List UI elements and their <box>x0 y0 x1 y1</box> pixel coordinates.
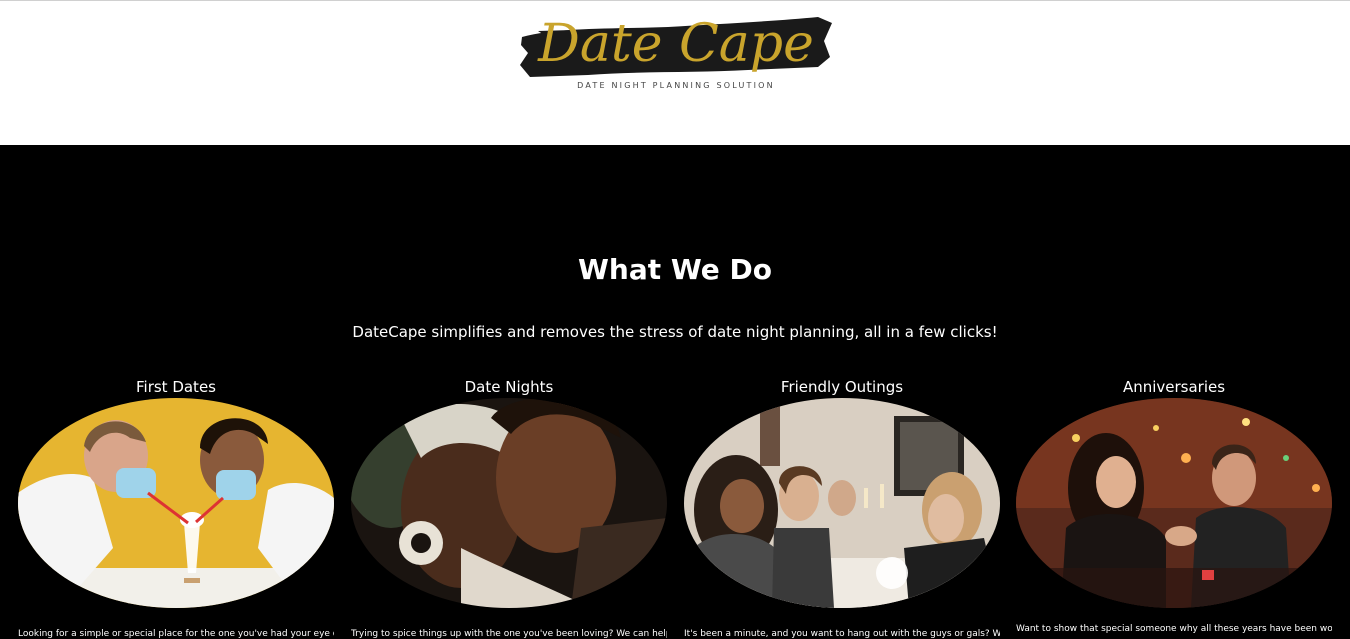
card-description: Looking for a simple or special place fo… <box>18 629 334 639</box>
site-header: Date Cape DATE NIGHT PLANNING SOLUTION <box>0 0 1350 145</box>
card-description: It's been a minute, and you want to hang… <box>684 629 1000 639</box>
card-friendly-outings[interactable]: Friendly Outings It's been a minute, and… <box>684 378 1000 639</box>
date-nights-photo <box>351 398 667 608</box>
card-first-dates[interactable]: First Dates Looking for a simple or spec… <box>18 378 334 639</box>
card-description: Want to show that special someone why al… <box>1016 624 1332 634</box>
logo-tagline: DATE NIGHT PLANNING SOLUTION <box>577 81 775 90</box>
card-title: Anniversaries <box>1122 378 1226 396</box>
card-title: Friendly Outings <box>780 378 904 396</box>
date-cape-logo[interactable]: Date Cape DATE NIGHT PLANNING SOLUTION <box>518 7 834 93</box>
anniversaries-photo <box>1016 398 1332 608</box>
friendly-outings-photo <box>684 398 1000 608</box>
card-description: Trying to spice things up with the one y… <box>351 629 667 639</box>
section-subtitle: DateCape simplifies and removes the stre… <box>352 323 998 341</box>
card-title: Date Nights <box>464 378 554 396</box>
section-title: What We Do <box>578 253 772 286</box>
first-dates-photo <box>18 398 334 608</box>
what-we-do-section: What We Do DateCape simplifies and remov… <box>0 145 1350 639</box>
card-date-nights[interactable]: Date Nights Trying to spice things up wi… <box>351 378 667 639</box>
card-title: First Dates <box>135 378 216 396</box>
logo-text: Date Cape <box>537 14 814 74</box>
card-anniversaries[interactable]: Anniversaries Want to show that special … <box>1016 378 1332 639</box>
